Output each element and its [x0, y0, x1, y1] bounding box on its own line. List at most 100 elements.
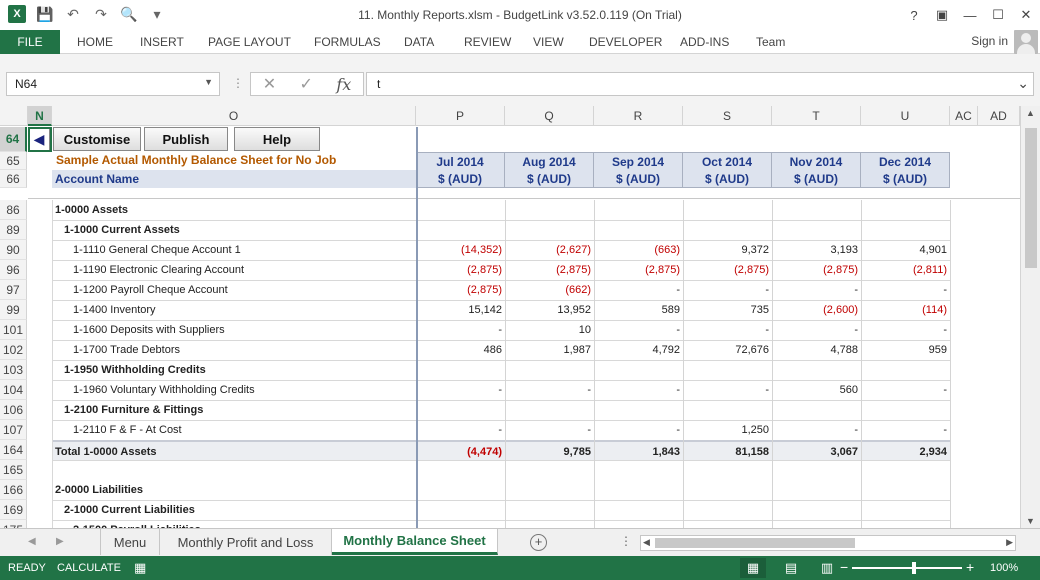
prev-sheet-icon[interactable]: ◀ [28, 536, 36, 547]
row-header[interactable]: 101 [0, 320, 27, 340]
column-header-q[interactable]: Q [505, 106, 594, 126]
tab-developer[interactable]: DEVELOPER [589, 35, 662, 49]
value-cell[interactable]: 486 [416, 340, 505, 360]
value-cell[interactable]: 13,952 [505, 300, 594, 320]
row-header[interactable]: 66 [0, 170, 27, 188]
row-header[interactable]: 96 [0, 260, 27, 280]
value-cell[interactable]: 2,934 [861, 440, 950, 460]
row-header[interactable]: 90 [0, 240, 27, 260]
row-header[interactable]: 99 [0, 300, 27, 320]
value-cell[interactable]: - [861, 280, 950, 300]
value-cell[interactable]: (2,600) [772, 300, 861, 320]
macro-record-icon[interactable]: ▦ [134, 560, 146, 576]
value-cell[interactable]: 1,843 [594, 440, 683, 460]
value-cell[interactable]: - [416, 380, 505, 400]
column-header-o[interactable]: O [52, 106, 416, 126]
value-cell[interactable]: (114) [861, 300, 950, 320]
tab-view[interactable]: VIEW [533, 35, 564, 49]
value-cell[interactable]: (2,875) [505, 260, 594, 280]
value-cell[interactable]: 3,067 [772, 440, 861, 460]
zoom-out-icon[interactable]: − [840, 559, 848, 575]
column-header-ac[interactable]: AC [950, 106, 978, 126]
sign-in-link[interactable]: Sign in [971, 34, 1008, 48]
minimize-icon[interactable]: — [956, 0, 984, 30]
row-header[interactable]: 106 [0, 400, 27, 420]
vertical-scroll-thumb[interactable] [1025, 128, 1037, 268]
publish-button[interactable]: Publish [144, 127, 228, 151]
help-button[interactable]: Help [234, 127, 320, 151]
value-cell[interactable]: 959 [861, 340, 950, 360]
scroll-right-icon[interactable]: ▶ [1006, 537, 1013, 548]
row-header[interactable]: 89 [0, 220, 27, 240]
value-cell[interactable]: (14,352) [416, 240, 505, 260]
zoom-in-icon[interactable]: + [966, 559, 974, 575]
value-cell[interactable]: 560 [772, 380, 861, 400]
zoom-slider-knob[interactable] [912, 562, 916, 574]
row-header[interactable]: 86 [0, 200, 27, 220]
value-cell[interactable]: 9,372 [683, 240, 772, 260]
active-cell[interactable] [28, 127, 52, 152]
value-cell[interactable]: - [594, 380, 683, 400]
column-header-u[interactable]: U [861, 106, 950, 126]
value-cell[interactable]: - [772, 420, 861, 440]
value-cell[interactable]: (2,875) [772, 260, 861, 280]
row-header[interactable]: 103 [0, 360, 27, 380]
formula-input[interactable]: t ⌄ [366, 72, 1034, 96]
column-header-ad[interactable]: AD [978, 106, 1020, 126]
scroll-left-icon[interactable]: ◀ [643, 537, 650, 548]
ribbon-display-icon[interactable]: ▣ [928, 0, 956, 30]
maximize-icon[interactable]: ☐ [984, 0, 1012, 30]
value-cell[interactable]: - [861, 420, 950, 440]
value-cell[interactable]: 1,987 [505, 340, 594, 360]
value-cell[interactable]: 589 [594, 300, 683, 320]
tab-add-ins[interactable]: ADD-INS [680, 35, 729, 49]
tab-team[interactable]: Team [756, 35, 785, 49]
value-cell[interactable]: 72,676 [683, 340, 772, 360]
row-header[interactable]: 169 [0, 500, 27, 520]
row-header[interactable]: 164 [0, 440, 27, 460]
enter-icon[interactable]: ✓ [300, 74, 313, 94]
page-break-view-icon[interactable]: ▥ [814, 558, 840, 578]
sheet-tab-monthly-profit-and-loss[interactable]: Monthly Profit and Loss [160, 529, 332, 555]
tab-insert[interactable]: INSERT [140, 35, 184, 49]
value-cell[interactable]: - [416, 420, 505, 440]
value-cell[interactable]: - [772, 280, 861, 300]
row-header[interactable]: 65 [0, 152, 27, 170]
value-cell[interactable]: 10 [505, 320, 594, 340]
column-header-t[interactable]: T [772, 106, 861, 126]
value-cell[interactable]: - [594, 420, 683, 440]
value-cell[interactable]: 3,193 [772, 240, 861, 260]
value-cell[interactable]: 735 [683, 300, 772, 320]
value-cell[interactable]: - [861, 380, 950, 400]
tab-formulas[interactable]: FORMULAS [314, 35, 381, 49]
sheet-tab-menu[interactable]: Menu [100, 529, 160, 555]
value-cell[interactable]: - [772, 320, 861, 340]
horizontal-scrollbar[interactable]: ◀ ▶ [640, 535, 1016, 551]
value-cell[interactable]: - [594, 320, 683, 340]
status-calculate[interactable]: CALCULATE [57, 562, 121, 574]
value-cell[interactable]: - [416, 320, 505, 340]
page-layout-view-icon[interactable]: ▤ [778, 558, 804, 578]
tab-home[interactable]: HOME [77, 35, 113, 49]
help-icon[interactable]: ? [900, 0, 928, 30]
column-header-n[interactable]: N [28, 106, 52, 126]
sheet-tab-monthly-balance-sheet[interactable]: Monthly Balance Sheet [332, 529, 498, 555]
scroll-up-icon[interactable]: ▲ [1026, 108, 1035, 118]
tab-review[interactable]: REVIEW [464, 35, 511, 49]
tab-split-icon[interactable]: ⋮ [620, 534, 632, 548]
vertical-scrollbar[interactable]: ▲ ▼ [1020, 106, 1040, 528]
add-sheet-icon[interactable]: + [530, 534, 547, 551]
value-cell[interactable]: (4,474) [416, 440, 505, 460]
customise-button[interactable]: Customise [53, 127, 141, 151]
column-header-p[interactable]: P [416, 106, 505, 126]
row-header[interactable]: 107 [0, 420, 27, 440]
tab-file[interactable]: FILE [0, 30, 60, 54]
value-cell[interactable]: - [505, 380, 594, 400]
column-header-s[interactable]: S [683, 106, 772, 126]
value-cell[interactable]: - [594, 280, 683, 300]
row-header[interactable]: 166 [0, 480, 27, 500]
value-cell[interactable]: (2,627) [505, 240, 594, 260]
value-cell[interactable]: 4,792 [594, 340, 683, 360]
value-cell[interactable]: - [505, 420, 594, 440]
row-header[interactable]: 165 [0, 460, 27, 480]
